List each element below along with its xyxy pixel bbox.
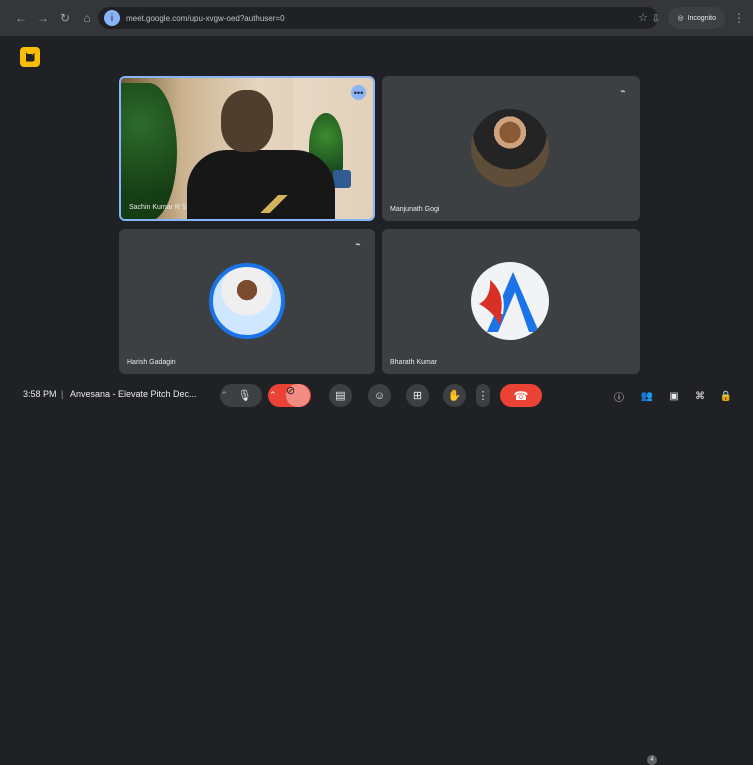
browser-right-tools: ⇩ ◎ Incognito ⋮ (651, 7, 745, 29)
camera-off-icon[interactable] (20, 47, 40, 67)
address-text[interactable]: meet.google.com/upu-xvgw-oed?authuser=0 (126, 14, 285, 23)
meeting-name: Anvesana - Elevate Pitch Dec... (70, 389, 197, 399)
raise-hand-icon: ✋ (447, 390, 462, 402)
avatar (209, 263, 285, 339)
lock-icon: 🔒 (719, 390, 733, 402)
download-icon[interactable]: ⇩ (651, 12, 660, 25)
more-options-button[interactable]: ⋮ (476, 384, 490, 407)
microphone-control[interactable]: ⌃ 🎙 (220, 384, 262, 407)
plant-left (121, 83, 177, 219)
avatar (471, 262, 549, 340)
camera-control[interactable]: ⌃ ⊘ (268, 384, 311, 407)
bookmark-star-icon[interactable]: ☆ (638, 11, 648, 24)
activities-icon: ⌘ (695, 390, 705, 402)
meeting-time: 3:58 PM (23, 389, 57, 399)
participant-tile-bharath[interactable]: Bharath Kumar (382, 229, 640, 374)
meeting-toolbar: 3:58 PM | Anvesana - Elevate Pitch Dec..… (0, 378, 753, 765)
avatar (471, 109, 549, 187)
microphone-icon[interactable]: 🎙 (238, 389, 262, 402)
info-button[interactable]: ⓘ (610, 387, 628, 405)
more-vert-icon: ⋮ (477, 390, 489, 402)
more-options-icon[interactable]: ••• (351, 85, 366, 100)
logo-icon (479, 272, 539, 332)
present-icon: ⊞ (412, 390, 423, 402)
camera-off-icon[interactable]: ⊘ (286, 384, 310, 407)
address-bar[interactable]: i meet.google.com/upu-xvgw-oed?authuser=… (98, 7, 658, 29)
browser-menu-icon[interactable]: ⋮ (733, 11, 745, 25)
home-icon[interactable]: ⌂ (76, 7, 98, 29)
incognito-icon: ◎ (677, 15, 684, 22)
reload-icon[interactable]: ↻ (54, 7, 76, 29)
activities-button[interactable]: ⌘ (691, 387, 709, 405)
participant-name: Harish Gadagin (127, 359, 176, 366)
browser-toolbar: ← → ↻ ⌂ i meet.google.com/upu-xvgw-oed?a… (0, 0, 753, 36)
chevron-up-icon[interactable]: ⌃ (221, 390, 238, 401)
participant-name: Bharath Kumar (390, 359, 438, 366)
emoji-icon: ☺ (373, 389, 386, 402)
participant-tile-sachin[interactable]: ••• Sachin Kumar R S (119, 76, 375, 221)
raise-hand-button[interactable]: ✋ (443, 384, 466, 407)
chat-icon: ▣ (669, 390, 679, 402)
end-call-button[interactable]: ☎ (500, 384, 542, 407)
emoji-button[interactable]: ☺ (368, 384, 391, 407)
forward-icon[interactable]: → (32, 7, 54, 29)
people-icon: 👥 (640, 390, 654, 402)
shirt-logo (259, 195, 289, 213)
present-button[interactable]: ⊞ (406, 384, 429, 407)
participant-tile-manjunath[interactable]: ⌁ Manjunath Gogi (382, 76, 640, 221)
captions-button[interactable]: ▤ (329, 384, 352, 407)
host-controls-button[interactable]: 🔒 (717, 387, 735, 405)
captions-icon: ▤ (335, 390, 346, 402)
site-info-icon[interactable]: i (104, 10, 120, 26)
participant-tile-harish[interactable]: ⌁ Harish Gadagin (119, 229, 375, 374)
phone-hangup-icon: ☎ (513, 388, 529, 403)
participant-count-badge: 4 (647, 755, 657, 765)
chevron-up-icon[interactable]: ⌃ (269, 390, 286, 401)
mic-off-icon: ⌁ (355, 238, 361, 249)
back-icon[interactable]: ← (10, 7, 32, 29)
incognito-label: Incognito (687, 14, 716, 22)
blue-pot (333, 170, 351, 188)
time-separator: | (61, 389, 64, 399)
person-head (221, 90, 273, 152)
incognito-button[interactable]: ◎ Incognito (668, 7, 725, 29)
participant-name: Sachin Kumar R S (129, 204, 187, 211)
info-icon: ⓘ (614, 392, 624, 404)
chat-button[interactable]: ▣ (665, 387, 683, 405)
participant-name: Manjunath Gogi (390, 206, 440, 213)
mic-off-icon: ⌁ (620, 85, 626, 96)
people-button[interactable]: 👥 (638, 387, 656, 405)
